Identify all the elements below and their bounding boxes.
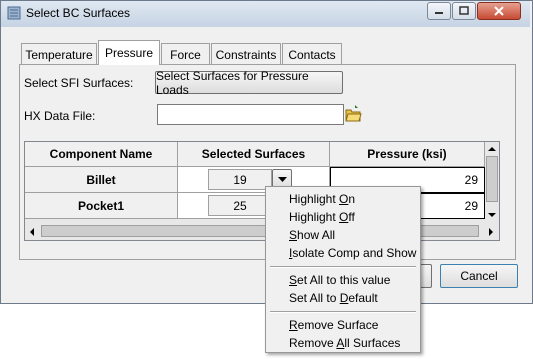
tab-contacts[interactable]: Contacts [282, 43, 342, 65]
tab-label: Constraints [215, 47, 277, 62]
menu-item-set-all-default[interactable]: Set All to Default [289, 291, 378, 305]
menu-text: Remove [289, 336, 337, 350]
window-title: Select BC Surfaces [26, 6, 131, 20]
vertical-scroll-thumb[interactable] [486, 156, 498, 202]
menu-text: ff [348, 210, 355, 224]
menu-accelerator: S [289, 228, 298, 242]
menu-separator [270, 311, 416, 313]
menu-item-highlight-on[interactable]: Highlight On [289, 192, 355, 206]
menu-text: Highlight [289, 192, 340, 206]
hx-file-input[interactable] [157, 104, 344, 125]
select-surfaces-button[interactable]: Select Surfaces for Pressure Loads [155, 69, 343, 97]
cancel-button[interactable]: Cancel [440, 264, 518, 288]
menu-text: emove Surface [297, 318, 379, 332]
tab-constraints[interactable]: Constraints [211, 43, 281, 65]
menu-text: how All [297, 228, 336, 242]
menu-accelerator: O [339, 210, 349, 224]
surfaces-table: Component Name Selected Surfaces Pressur… [24, 141, 500, 241]
app-icon [7, 6, 21, 20]
folder-open-icon[interactable] [345, 104, 362, 123]
vertical-scrollbar[interactable] [485, 142, 499, 223]
tab-label: Temperature [25, 47, 93, 62]
tab-label: Contacts [288, 47, 336, 62]
menu-accelerator: S [289, 273, 298, 287]
menu-item-remove-all-surfaces[interactable]: Remove All Surfaces [289, 336, 400, 350]
horizontal-scrollbar[interactable] [25, 223, 499, 240]
sfi-label: Select SFI Surfaces: [24, 76, 134, 90]
surfaces-value[interactable]: 19 [208, 169, 272, 190]
tab-label: Pressure [104, 46, 154, 60]
tab-pressure[interactable]: Pressure [98, 40, 160, 65]
close-button[interactable] [477, 2, 521, 20]
tab-temperature[interactable]: Temperature [21, 43, 97, 65]
menu-item-show-all[interactable]: Show All [289, 228, 335, 242]
menu-text: n [348, 192, 356, 206]
scroll-right-icon[interactable] [488, 228, 494, 236]
surfaces-value[interactable]: 25 [208, 195, 272, 216]
menu-item-remove-surface[interactable]: Remove Surface [289, 318, 378, 332]
maximize-icon [459, 6, 469, 15]
scroll-left-icon[interactable] [29, 228, 35, 236]
tab-force[interactable]: Force [161, 43, 210, 65]
menu-text: ll Surfaces [344, 336, 401, 350]
context-menu: Highlight On Highlight Off Show All Isol… [265, 186, 421, 353]
menu-item-isolate-comp[interactable]: Isolate Comp and Show [289, 246, 416, 260]
menu-accelerator: R [289, 318, 298, 332]
column-header-pressure[interactable]: Pressure (ksi) [330, 142, 485, 167]
menu-text: solate Comp and Show [292, 246, 417, 260]
hx-label: HX Data File: [24, 109, 96, 123]
menu-text: Set All to [289, 291, 340, 305]
tab-label: Force [170, 47, 201, 62]
column-header-component[interactable]: Component Name [25, 142, 178, 167]
maximize-button[interactable] [452, 2, 476, 20]
menu-text: efault [348, 291, 378, 305]
close-icon [494, 6, 504, 16]
minimize-button[interactable] [427, 2, 451, 20]
menu-item-highlight-off[interactable]: Highlight Off [289, 210, 355, 224]
minimize-icon [435, 12, 443, 14]
menu-separator [270, 266, 416, 268]
scroll-down-icon[interactable] [488, 212, 496, 218]
column-header-surfaces[interactable]: Selected Surfaces [178, 142, 330, 167]
chevron-down-icon [277, 176, 287, 182]
menu-text: Highlight [289, 210, 340, 224]
menu-text: et All to this value [297, 273, 391, 287]
menu-item-set-all-value[interactable]: Set All to this value [289, 273, 390, 287]
row-billet-component[interactable]: Billet [25, 167, 178, 193]
menu-accelerator: O [339, 192, 349, 206]
scroll-up-icon[interactable] [488, 146, 496, 152]
row-pocket1-component[interactable]: Pocket1 [25, 193, 178, 219]
